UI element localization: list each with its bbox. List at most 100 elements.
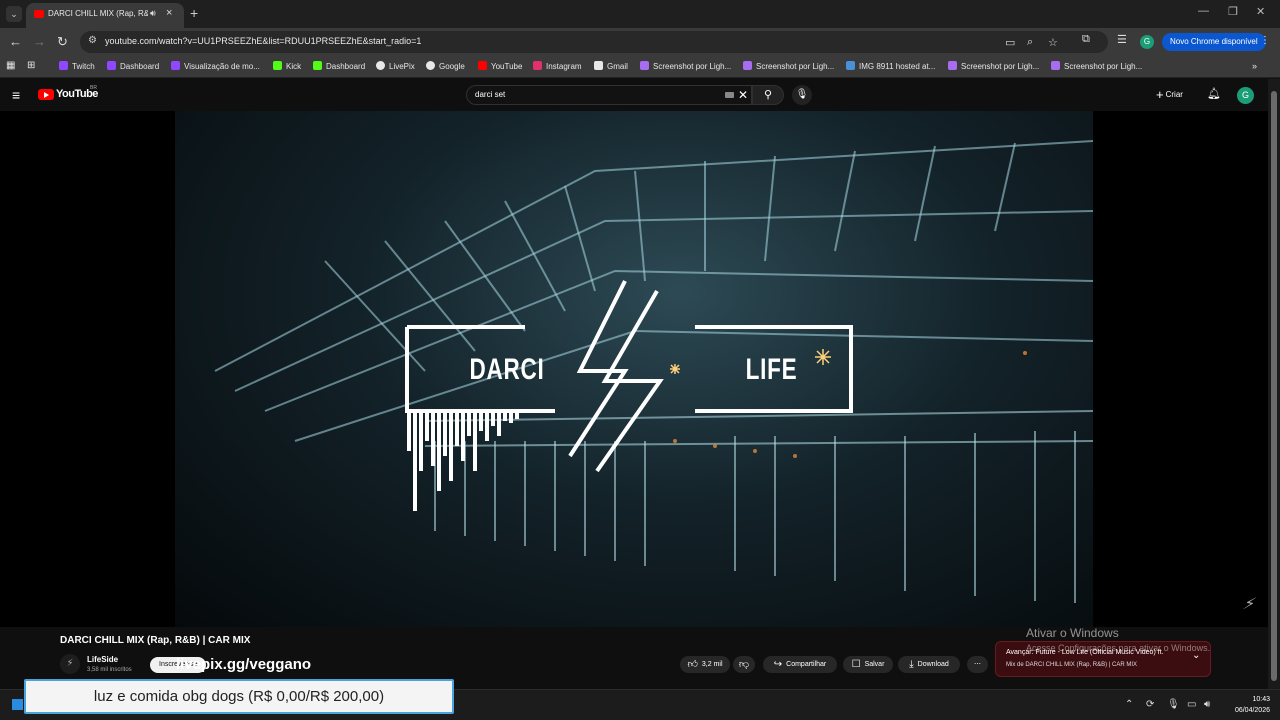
more-actions-button[interactable]: ⋯ bbox=[967, 656, 988, 673]
browser-tab-active[interactable]: DARCI CHILL MIX (Rap, R&B) 🔊︎ × bbox=[26, 3, 184, 28]
clock-date: 06/04/2026 bbox=[1234, 707, 1270, 714]
browser-tab-strip: ⌄ DARCI CHILL MIX (Rap, R&B) 🔊︎ × + — ❐ … bbox=[0, 0, 1280, 28]
video-title: DARCI CHILL MIX (Rap, R&B) | CAR MIX bbox=[60, 635, 251, 646]
bookmark-youtube[interactable]: YouTube bbox=[478, 61, 522, 71]
tray-app-icon[interactable]: ⟳ bbox=[1146, 699, 1154, 710]
account-avatar[interactable]: G bbox=[1237, 87, 1254, 104]
plus-icon: + bbox=[1156, 87, 1164, 102]
tray-mic-icon[interactable]: 🎙︎ bbox=[1167, 699, 1180, 710]
bookmark-screenshot-3[interactable]: Screenshot por Ligh... bbox=[948, 61, 1039, 71]
speaker-icon[interactable]: 🔊︎ bbox=[150, 8, 156, 19]
bookmark-star-icon[interactable]: ☆ bbox=[1048, 36, 1058, 49]
video-player[interactable]: DARCI LIFE bbox=[0, 111, 1268, 627]
windows-start-icon[interactable] bbox=[12, 699, 23, 710]
extensions-icon[interactable]: ⧉ bbox=[1082, 33, 1090, 46]
share-icon: ↪ bbox=[773, 659, 783, 670]
restore-icon[interactable]: ❐ bbox=[1228, 5, 1238, 18]
browser-toolbar: ← → ↻ ⚙ youtube.com/watch?v=UU1PRSEEZhE&… bbox=[0, 28, 1280, 56]
stream-goal-overlay: luz e comida obg dogs (R$ 0,00/R$ 200,00… bbox=[24, 679, 454, 714]
bookmark-screenshot-1[interactable]: Screenshot por Ligh... bbox=[640, 61, 731, 71]
new-tab-button[interactable]: + bbox=[190, 5, 198, 21]
youtube-favicon-icon bbox=[34, 10, 44, 18]
reload-icon[interactable]: ↻ bbox=[57, 34, 68, 50]
chrome-update-button[interactable]: Novo Chrome disponível bbox=[1162, 33, 1266, 51]
bookmark-screenshot-2[interactable]: Screenshot por Ligh... bbox=[743, 61, 834, 71]
bookmark-dashboard[interactable]: Dashboard bbox=[107, 61, 159, 71]
search-button[interactable]: ⚲ bbox=[752, 85, 784, 105]
voice-search-button[interactable]: 🎙︎ bbox=[792, 85, 812, 105]
search-input[interactable]: darci set ✕ bbox=[466, 85, 752, 105]
video-frame[interactable]: DARCI LIFE bbox=[175, 111, 1093, 627]
bookmark-kick-dashboard[interactable]: Dashboard bbox=[313, 61, 365, 71]
cast-icon[interactable]: ▭ bbox=[1005, 36, 1015, 49]
grid-icon[interactable]: ⊞ bbox=[27, 60, 35, 71]
keyboard-icon[interactable] bbox=[725, 92, 734, 98]
ellipsis-icon: ⋯ bbox=[974, 661, 981, 668]
share-button[interactable]: ↪ Compartilhar bbox=[763, 656, 837, 673]
bookmark-livepix[interactable]: LivePix bbox=[376, 61, 415, 71]
close-tab-icon[interactable]: × bbox=[166, 7, 172, 19]
bookmark-img-8911[interactable]: IMG 8911 hosted at... bbox=[846, 61, 935, 71]
save-icon: ☐ bbox=[851, 659, 861, 670]
save-button[interactable]: ☐ Salvar bbox=[843, 656, 893, 673]
chrome-menu-icon[interactable]: ⋮ bbox=[1260, 35, 1270, 46]
hamburger-menu-icon[interactable]: ≡ bbox=[12, 87, 20, 103]
channel-avatar[interactable]: ⚡︎ bbox=[60, 654, 80, 674]
bookmarks-bar: ▦ ⊞ Twitch Dashboard Visualização de mo.… bbox=[0, 56, 1280, 78]
create-button[interactable]: + Criar bbox=[1156, 87, 1183, 102]
minimize-icon[interactable]: — bbox=[1198, 5, 1209, 17]
zoom-icon[interactable]: ⌕ bbox=[1027, 36, 1033, 49]
youtube-logo-icon[interactable] bbox=[38, 89, 54, 100]
download-icon: ⤓ bbox=[909, 659, 914, 670]
tray-overflow-icon[interactable]: ⌃ bbox=[1125, 699, 1133, 710]
scrollbar-thumb[interactable] bbox=[1271, 91, 1277, 681]
country-code: BR bbox=[90, 85, 97, 91]
bookmark-screenshot-4[interactable]: Screenshot por Ligh... bbox=[1051, 61, 1142, 71]
bookmark-google[interactable]: Google bbox=[426, 61, 465, 71]
logo-text-left: DARCI bbox=[469, 353, 545, 386]
taskbar-clock[interactable]: 10:43 06/04/2026 bbox=[1226, 694, 1270, 716]
address-bar[interactable]: ⚙ youtube.com/watch?v=UU1PRSEEZhE&list=R… bbox=[80, 31, 1108, 53]
forward-icon[interactable]: → bbox=[33, 34, 46, 49]
reading-list-icon[interactable]: ☰ bbox=[1117, 33, 1127, 46]
more-bookmarks-icon[interactable]: » bbox=[1252, 61, 1257, 71]
windows-activation-subtitle: Acesse Configurações para ativar o Windo… bbox=[1026, 643, 1211, 653]
bookmark-twitch[interactable]: Twitch bbox=[59, 61, 95, 71]
bookmark-visualizacao[interactable]: Visualização de mo... bbox=[171, 61, 260, 71]
channel-subscriber-count: 3,58 mil inscritos bbox=[87, 667, 132, 673]
like-button[interactable]: 👍︎ 3,2 mil bbox=[680, 656, 730, 673]
windows-activation-title: Ativar o Windows bbox=[1026, 626, 1119, 640]
audio-equalizer bbox=[407, 411, 519, 511]
channel-name[interactable]: LifeSide bbox=[87, 655, 118, 664]
search-icon: ⚲ bbox=[763, 89, 773, 101]
tab-title: DARCI CHILL MIX (Rap, R&B) bbox=[48, 9, 148, 18]
bookmark-kick[interactable]: Kick bbox=[273, 61, 301, 71]
logo-text-right: LIFE bbox=[745, 353, 798, 386]
url-text: youtube.com/watch?v=UU1PRSEEZhE&list=RDU… bbox=[105, 36, 422, 46]
thumbs-down-icon: 👎︎ bbox=[738, 659, 750, 670]
back-icon[interactable]: ← bbox=[9, 34, 22, 49]
tray-network-icon[interactable]: ▭ bbox=[1187, 699, 1196, 710]
chrome-profile-avatar[interactable]: G bbox=[1140, 35, 1154, 49]
page-scrollbar[interactable] bbox=[1268, 79, 1280, 689]
bookmark-instagram[interactable]: Instagram bbox=[533, 61, 582, 71]
thumbs-up-icon: 👍︎ bbox=[687, 659, 698, 670]
up-next-playlist: Mix de DARCI CHILL MIX (Rap, R&B) | CAR … bbox=[1006, 662, 1138, 668]
tray-volume-icon[interactable]: 🔊︎ bbox=[1204, 699, 1210, 710]
bookmark-gmail[interactable]: Gmail bbox=[594, 61, 628, 71]
roof-truss bbox=[214, 140, 1093, 442]
close-window-icon[interactable]: ✕ bbox=[1256, 5, 1265, 18]
notifications-bell-icon[interactable]: 🔔︎ bbox=[1207, 87, 1221, 100]
video-scene bbox=[214, 140, 1093, 603]
site-info-icon[interactable]: ⚙ bbox=[88, 35, 97, 46]
apps-icon[interactable]: ▦ bbox=[6, 60, 15, 71]
download-button[interactable]: ⤓ Download bbox=[898, 656, 960, 673]
youtube-header: ≡ YouTube BR darci set ✕ ⚲ 🎙︎ + Criar 🔔︎ … bbox=[0, 79, 1268, 111]
clear-search-icon[interactable]: ✕ bbox=[738, 88, 748, 102]
search-query: darci set bbox=[475, 90, 506, 99]
railing bbox=[424, 410, 1093, 603]
stream-overlay-link: livepix.gg/veggano bbox=[176, 656, 312, 673]
tab-search-button[interactable]: ⌄ bbox=[6, 6, 22, 22]
dislike-button[interactable]: 👎︎ bbox=[733, 656, 755, 673]
microphone-icon: 🎙︎ bbox=[795, 89, 809, 100]
